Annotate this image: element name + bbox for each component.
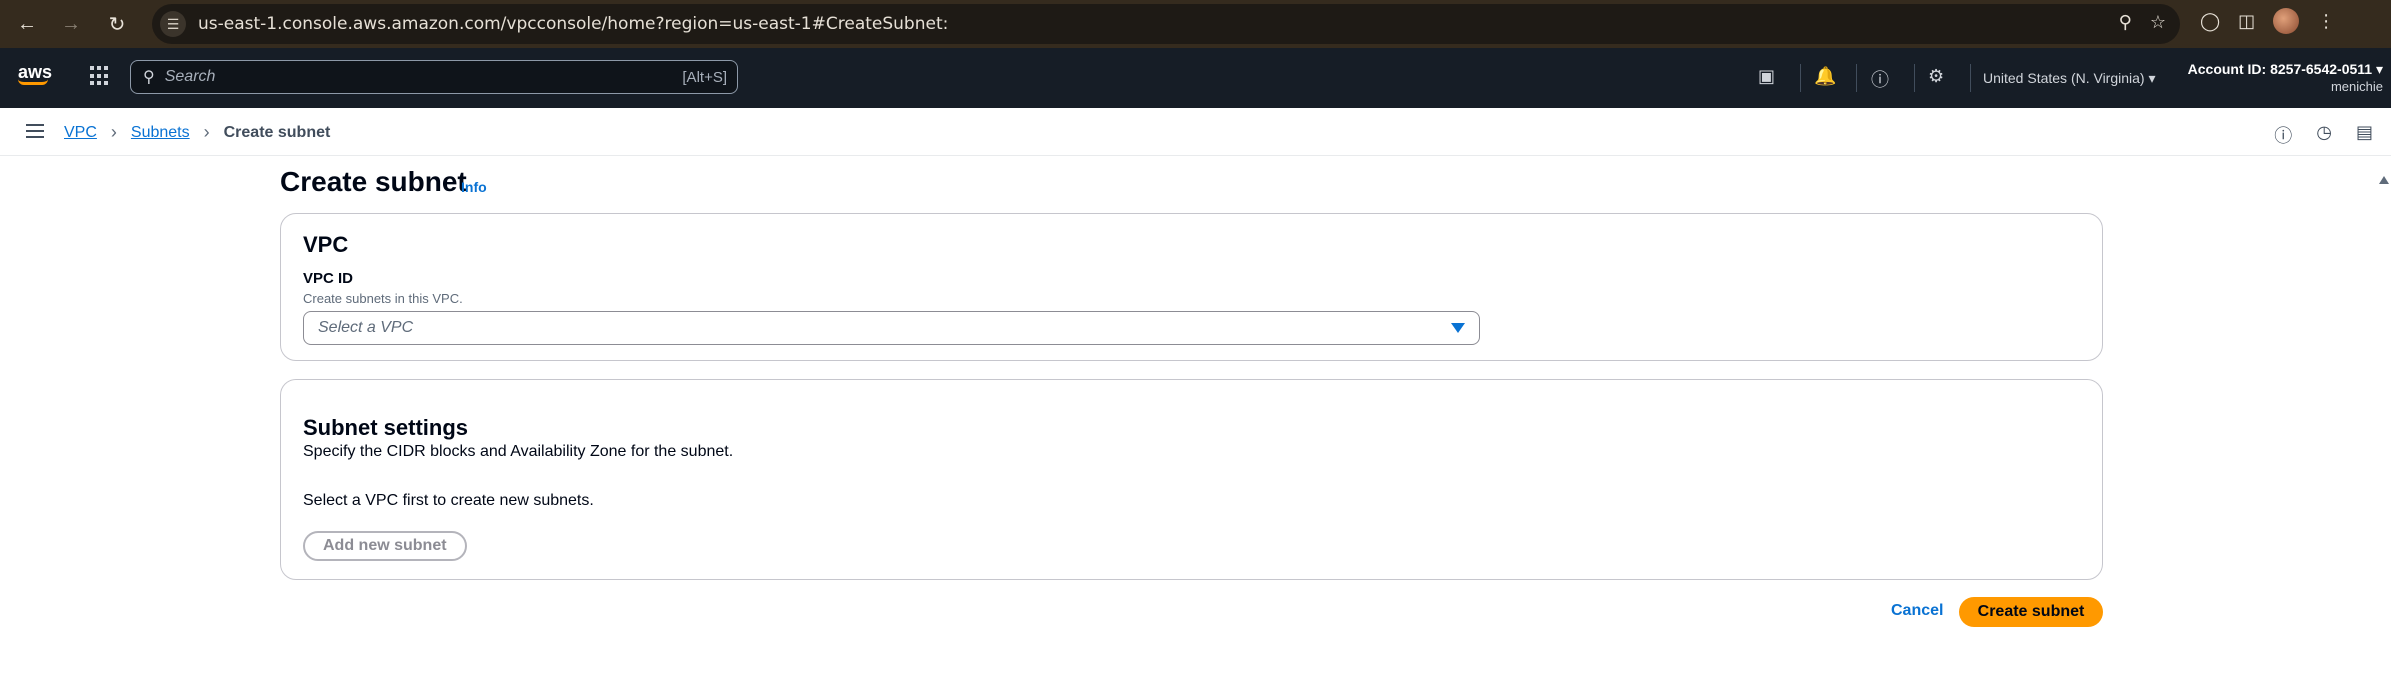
cloudshell-icon[interactable]: ▣ <box>1758 66 1775 87</box>
page-title: Create subnet <box>280 166 467 197</box>
breadcrumb-vpc-link[interactable]: VPC <box>64 124 97 142</box>
vpc-id-description: Create subnets in this VPC. <box>303 291 463 306</box>
vpc-select[interactable]: Select a VPC <box>303 311 1480 345</box>
site-settings-icon[interactable]: ☰ <box>160 11 186 37</box>
forward-arrow-icon[interactable]: → <box>56 9 86 39</box>
create-subnet-button[interactable]: Create subnet <box>1959 597 2103 627</box>
vpc-select-placeholder: Select a VPC <box>318 319 414 336</box>
subnet-settings-description: Specify the CIDR blocks and Availability… <box>303 443 734 460</box>
aws-logo[interactable]: aws <box>18 62 52 85</box>
address-bar[interactable]: ☰ us-east-1.console.aws.amazon.com/vpcco… <box>152 4 2180 44</box>
side-nav-menu-icon[interactable] <box>26 124 44 138</box>
bookmark-star-icon[interactable]: ☆ <box>2150 12 2166 33</box>
browser-menu-icon[interactable]: ⋮ <box>2317 11 2335 32</box>
caret-down-icon <box>1451 323 1465 333</box>
profile-avatar[interactable] <box>2273 8 2300 34</box>
reload-icon[interactable]: ↻ <box>102 9 132 39</box>
vpc-panel: VPC VPC ID Create subnets in this VPC. S… <box>280 213 2103 361</box>
url-text[interactable]: us-east-1.console.aws.amazon.com/vpccons… <box>198 14 948 34</box>
services-grid-icon[interactable] <box>90 66 110 86</box>
chevron-right-icon: › <box>203 122 210 142</box>
browser-toolbar: ← → ↻ ☰ us-east-1.console.aws.amazon.com… <box>0 0 2391 48</box>
extension-w-icon[interactable]: ◯ <box>2200 11 2220 32</box>
region-selector[interactable]: United States (N. Virginia) ▾ <box>1983 70 2156 87</box>
history-icon[interactable]: ◷ <box>2316 122 2332 148</box>
select-vpc-hint: Select a VPC first to create new subnets… <box>303 492 594 509</box>
settings-gear-icon[interactable]: ⚙ <box>1928 66 1944 87</box>
scroll-up-arrow-icon[interactable] <box>2379 176 2389 184</box>
vpc-id-label: VPC ID <box>303 270 354 287</box>
search-input[interactable]: ⚲ Search [Alt+S] <box>130 60 738 94</box>
search-icon: ⚲ <box>143 69 155 86</box>
zoom-icon[interactable]: ⚲ <box>2119 12 2132 33</box>
scrollbar[interactable] <box>2377 156 2391 698</box>
cancel-button[interactable]: Cancel <box>1891 602 1943 620</box>
aws-logo-text: aws <box>18 62 53 82</box>
breadcrumb-current: Create subnet <box>223 123 331 141</box>
aws-top-navigation: aws ⚲ Search [Alt+S] ▣ 🔔 ⓘ ⚙ United Stat… <box>0 48 2391 108</box>
account-id: Account ID: 8257-6542-0511 <box>2187 61 2373 77</box>
chevron-right-icon: › <box>110 122 117 142</box>
account-user: menichie <box>2330 79 2383 94</box>
back-arrow-icon[interactable]: ← <box>12 9 42 39</box>
region-label: United States (N. Virginia) <box>1983 70 2145 86</box>
subnet-settings-panel: Subnet settings Specify the CIDR blocks … <box>280 379 2103 580</box>
add-new-subnet-button[interactable]: Add new subnet <box>303 531 467 561</box>
breadcrumb-subnets-link[interactable]: Subnets <box>131 124 190 142</box>
vpc-panel-heading: VPC <box>303 232 349 257</box>
breadcrumb: VPC › Subnets › Create subnet <box>64 122 330 143</box>
account-menu[interactable]: Account ID: 8257-6542-0511 ▾ menichie <box>2188 60 2383 96</box>
info-link[interactable]: Info <box>461 179 487 195</box>
feedback-icon[interactable]: ▤ <box>2356 122 2373 148</box>
notifications-bell-icon[interactable]: 🔔 <box>1814 66 1836 87</box>
search-shortcut: [Alt+S] <box>682 68 727 86</box>
extensions-puzzle-icon[interactable]: ◫ <box>2238 11 2255 32</box>
info-panel-icon[interactable]: ⓘ <box>2274 122 2292 148</box>
search-placeholder: Search <box>164 68 216 85</box>
subnet-settings-heading: Subnet settings <box>303 415 469 440</box>
help-icon[interactable]: ⓘ <box>1871 66 1889 92</box>
breadcrumb-bar: VPC › Subnets › Create subnet ⓘ ◷ ▤ <box>0 108 2391 156</box>
